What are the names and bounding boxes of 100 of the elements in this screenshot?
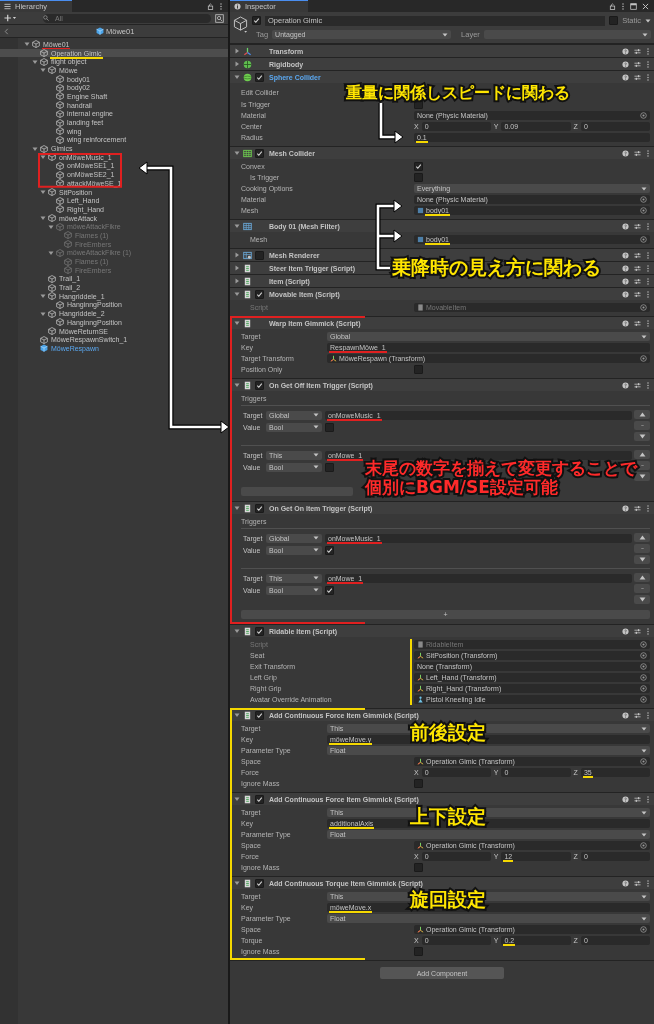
object-picker-icon[interactable] <box>640 758 647 765</box>
presets-icon[interactable] <box>634 290 641 298</box>
presets-icon[interactable] <box>634 47 641 55</box>
more-icon[interactable] <box>646 222 650 230</box>
presets-icon[interactable] <box>634 251 641 259</box>
expanded-triangle-icon[interactable] <box>234 505 240 511</box>
help-icon[interactable] <box>622 277 629 285</box>
checkbox[interactable] <box>255 250 264 260</box>
move-down-button[interactable] <box>634 555 650 564</box>
help-icon[interactable] <box>622 251 629 259</box>
expanded-triangle-icon[interactable] <box>234 74 240 80</box>
move-up-button[interactable] <box>634 573 650 582</box>
back-icon[interactable] <box>4 27 9 35</box>
lock-icon[interactable] <box>207 2 214 10</box>
scene-search-icon[interactable] <box>215 13 224 23</box>
collapsed-triangle-icon[interactable] <box>234 48 240 54</box>
checkbox[interactable] <box>255 380 264 390</box>
expanded-triangle-icon[interactable] <box>234 320 240 326</box>
help-icon[interactable] <box>622 73 629 81</box>
expanded-triangle-icon[interactable] <box>234 223 240 229</box>
checkbox[interactable] <box>414 365 423 374</box>
collapsed-triangle-icon[interactable] <box>234 61 240 67</box>
more-icon[interactable] <box>646 627 650 635</box>
more-icon[interactable] <box>646 290 650 298</box>
presets-icon[interactable] <box>634 795 641 803</box>
checkbox[interactable] <box>325 462 334 472</box>
close-icon[interactable] <box>642 2 649 10</box>
object-picker-icon[interactable] <box>640 355 647 362</box>
help-icon[interactable] <box>622 222 629 230</box>
more-icon[interactable] <box>621 2 625 10</box>
checkbox[interactable] <box>414 779 423 788</box>
object-picker-icon[interactable] <box>640 112 647 119</box>
move-down-button[interactable] <box>634 432 650 441</box>
more-icon[interactable] <box>646 711 650 719</box>
create-button[interactable] <box>4 14 17 22</box>
more-icon[interactable] <box>646 879 650 887</box>
checkbox[interactable] <box>414 173 423 182</box>
checkbox[interactable] <box>325 422 334 432</box>
help-icon[interactable] <box>622 381 629 389</box>
checkbox[interactable] <box>414 863 423 872</box>
presets-icon[interactable] <box>634 381 641 389</box>
help-icon[interactable] <box>622 627 629 635</box>
checkbox[interactable] <box>255 289 264 299</box>
move-down-button[interactable] <box>634 595 650 604</box>
help-icon[interactable] <box>622 149 629 157</box>
more-icon[interactable] <box>646 149 650 157</box>
presets-icon[interactable] <box>634 222 641 230</box>
presets-icon[interactable] <box>634 711 641 719</box>
checkbox[interactable] <box>255 503 264 513</box>
expanded-triangle-icon[interactable] <box>40 293 46 300</box>
help-icon[interactable] <box>622 60 629 68</box>
help-icon[interactable] <box>622 47 629 55</box>
expanded-triangle-icon[interactable] <box>234 796 240 802</box>
expanded-triangle-icon[interactable] <box>234 880 240 886</box>
help-icon[interactable] <box>622 264 629 272</box>
presets-icon[interactable] <box>634 879 641 887</box>
checkbox[interactable] <box>255 878 264 888</box>
help-icon[interactable] <box>622 290 629 298</box>
expanded-triangle-icon[interactable] <box>234 150 240 156</box>
checkbox[interactable] <box>325 545 334 555</box>
more-icon[interactable] <box>646 277 650 285</box>
more-icon[interactable] <box>646 73 650 81</box>
collapsed-triangle-icon[interactable] <box>234 278 240 284</box>
presets-icon[interactable] <box>634 277 641 285</box>
more-icon[interactable] <box>646 264 650 272</box>
checkbox[interactable] <box>255 794 264 804</box>
expanded-triangle-icon[interactable] <box>234 628 240 634</box>
checkbox[interactable] <box>414 162 423 171</box>
presets-icon[interactable] <box>634 264 641 272</box>
help-icon[interactable] <box>622 711 629 719</box>
move-up-button[interactable] <box>634 450 650 459</box>
object-picker-icon[interactable] <box>640 926 647 933</box>
checkbox[interactable] <box>414 100 423 109</box>
expanded-triangle-icon[interactable] <box>234 291 240 297</box>
checkbox[interactable] <box>414 947 423 956</box>
presets-icon[interactable] <box>634 627 641 635</box>
presets-icon[interactable] <box>634 319 641 327</box>
expanded-triangle-icon[interactable] <box>40 310 46 317</box>
object-picker-icon[interactable] <box>640 842 647 849</box>
expanded-triangle-icon[interactable] <box>234 382 240 388</box>
help-icon[interactable] <box>622 504 629 512</box>
presets-icon[interactable] <box>634 60 641 68</box>
presets-icon[interactable] <box>634 149 641 157</box>
more-icon[interactable] <box>646 251 650 259</box>
expanded-triangle-icon[interactable] <box>234 712 240 718</box>
checkbox[interactable] <box>609 16 619 25</box>
maximize-icon[interactable] <box>630 2 637 10</box>
help-icon[interactable] <box>622 319 629 327</box>
presets-icon[interactable] <box>634 73 641 81</box>
expanded-triangle-icon[interactable] <box>24 41 30 48</box>
help-icon[interactable] <box>622 879 629 887</box>
move-up-button[interactable] <box>634 410 650 419</box>
checkbox[interactable] <box>255 148 264 158</box>
checkbox[interactable] <box>255 72 264 82</box>
help-icon[interactable] <box>622 795 629 803</box>
more-icon[interactable] <box>646 381 650 389</box>
checkbox[interactable] <box>325 585 334 595</box>
more-icon[interactable] <box>219 2 223 10</box>
more-icon[interactable] <box>646 319 650 327</box>
lock-icon[interactable] <box>609 2 616 10</box>
